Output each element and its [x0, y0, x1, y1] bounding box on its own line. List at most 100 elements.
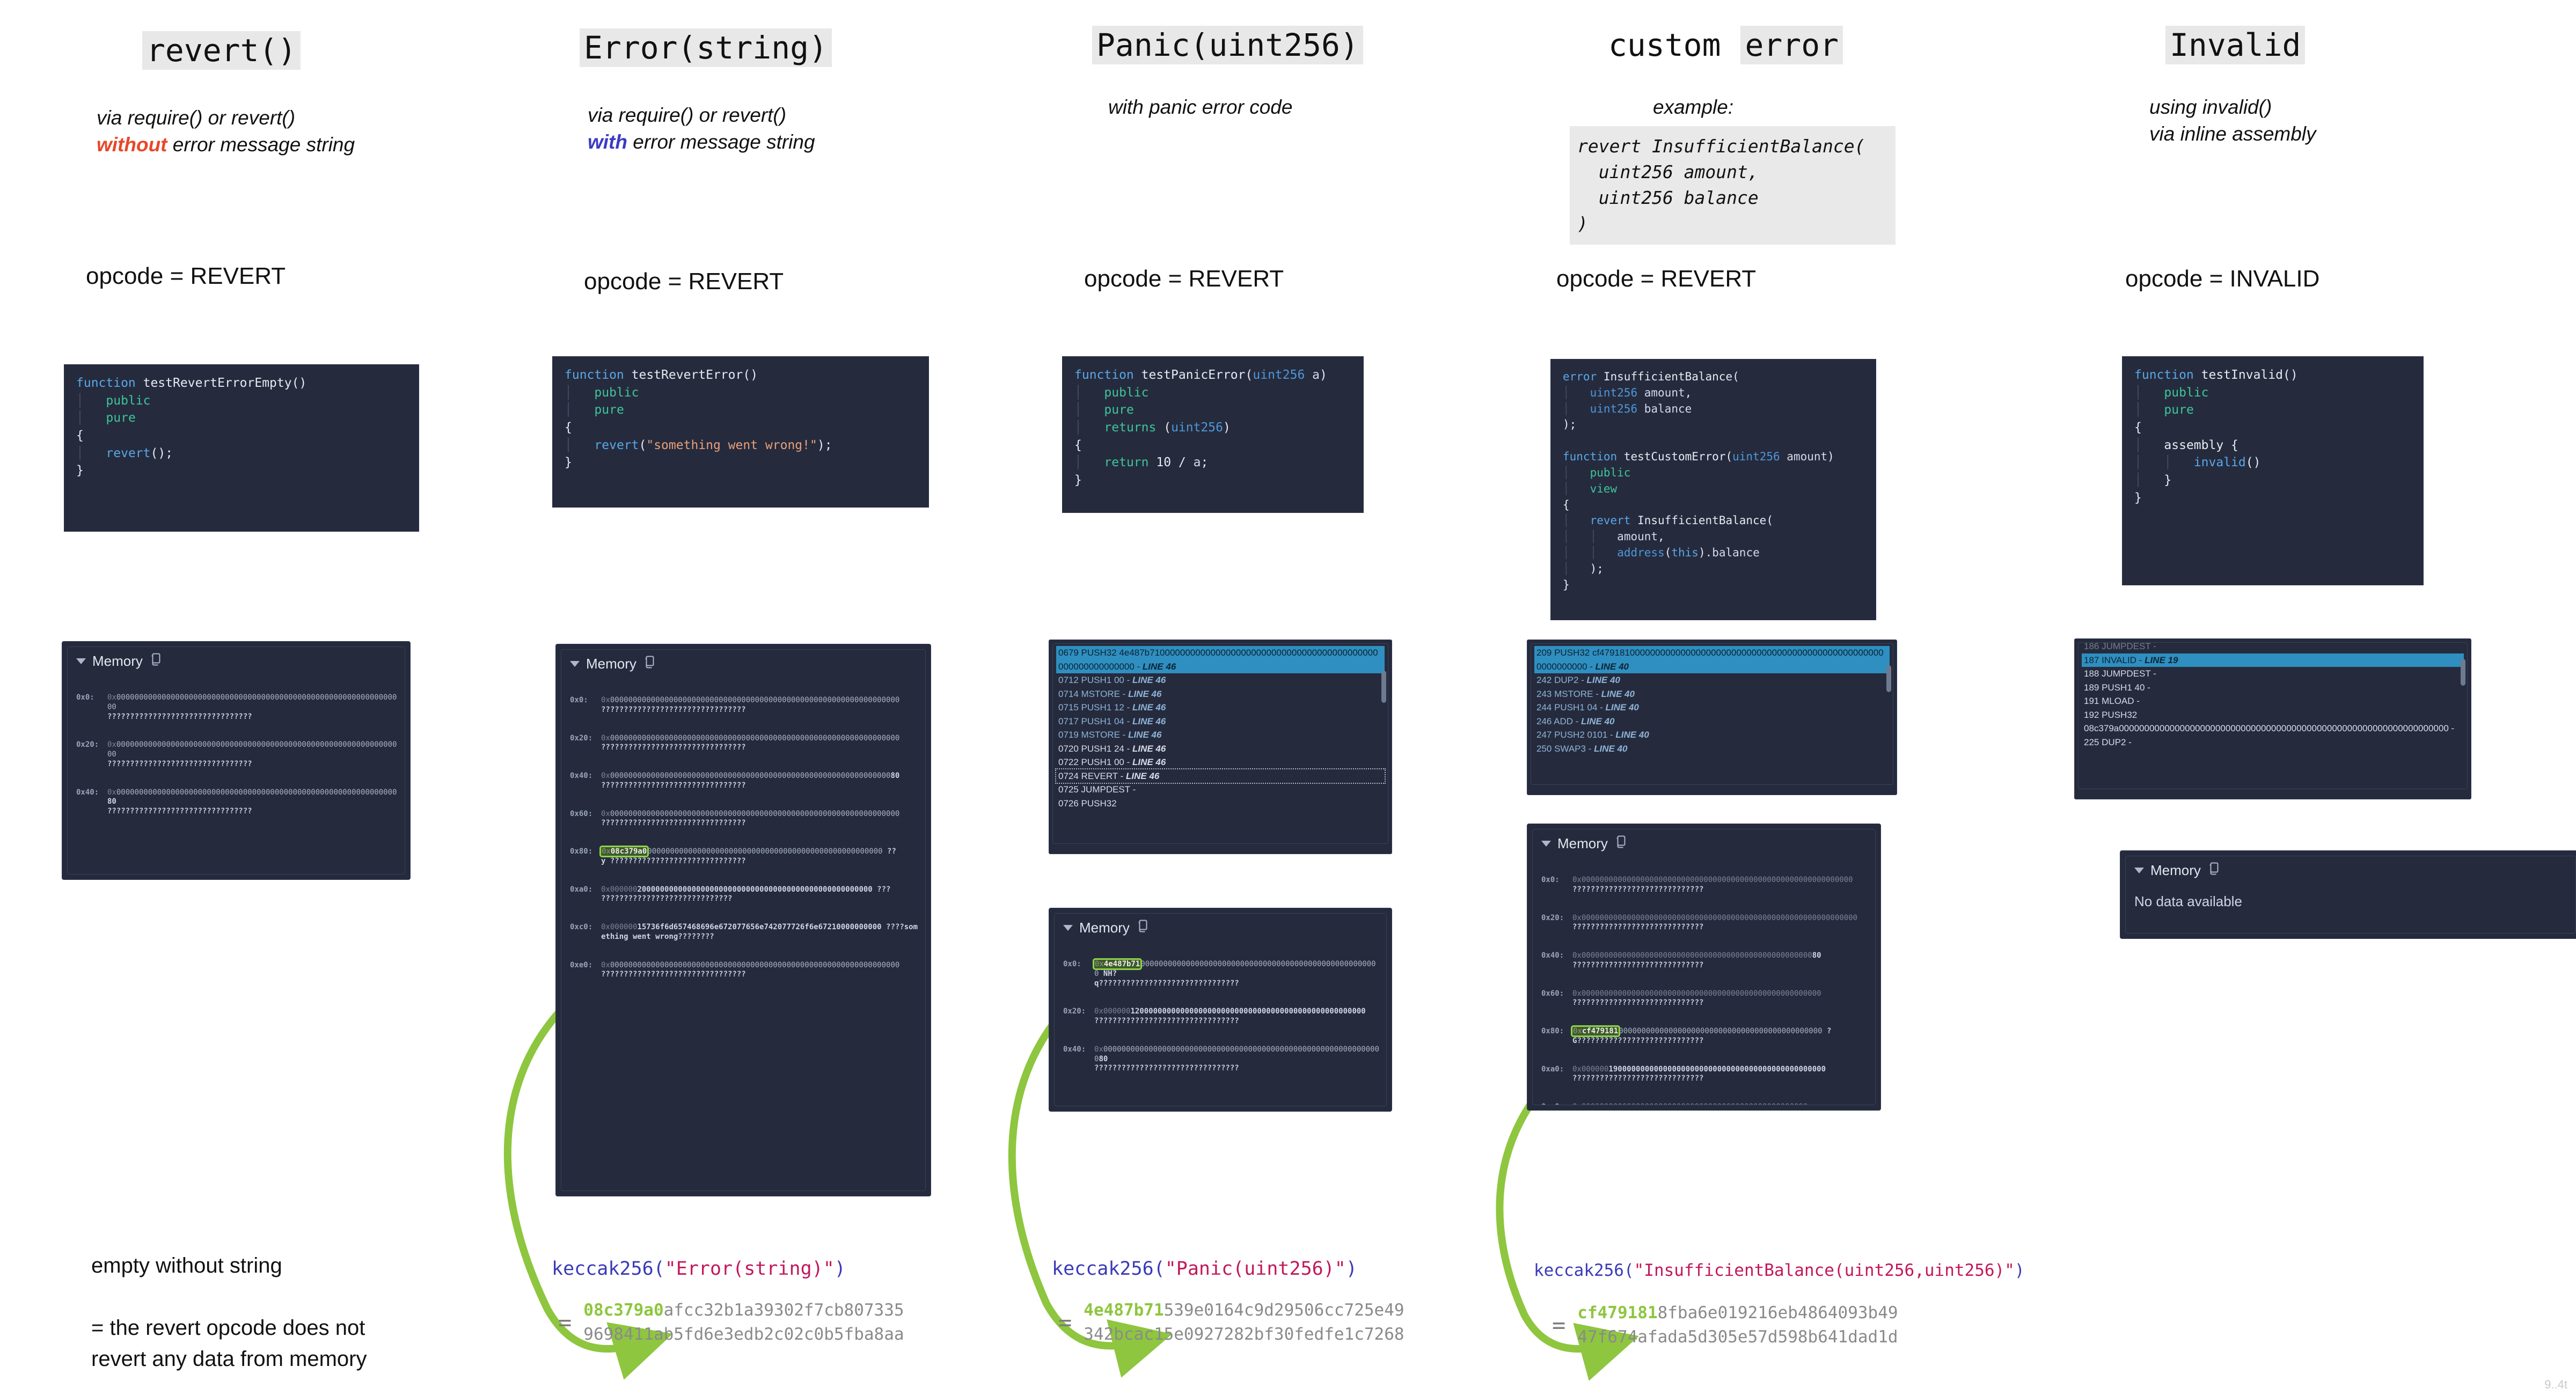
memory-dump-custom-error: 0x0: 0x000000000000000000000000000000000… — [1541, 857, 1869, 1105]
copy-icon[interactable] — [1136, 919, 1149, 937]
trace-line[interactable]: 08c379a000000000000000000000000000000000… — [2082, 722, 2464, 736]
memory-panel-header[interactable]: Memory — [2134, 862, 2569, 879]
hash-selector: 4e487b71 — [1084, 1301, 1164, 1320]
trace-line[interactable]: 0726 PUSH32 — [1056, 797, 1385, 811]
column-revert: revert() via require() or revert() witho… — [0, 0, 547, 1396]
scrollbar-thumb[interactable] — [1886, 665, 1891, 692]
trace-line-selected[interactable]: 187 INVALID - LINE 19 — [2082, 653, 2464, 667]
trace-line-cutoff[interactable]: 186 JUMPDEST - — [2082, 643, 2464, 653]
opcode-trace-panel-custom-error[interactable]: 209 PUSH32 cf479181000000000000000000000… — [1527, 640, 1897, 795]
memory-row: 0xc0:0x000000000000000000000000000000000… — [1541, 1103, 1869, 1105]
trace-line[interactable]: 192 PUSH32 — [2082, 708, 2464, 722]
memory-row: 0x40: 0x000000000000000000000000000000000… — [1541, 951, 1821, 969]
trace-line[interactable]: 0715 PUSH1 12 - LINE 46 — [1056, 701, 1385, 715]
subtitle-line-1: example: — [1653, 96, 1734, 118]
trace-line[interactable]: 188 JUMPDEST - — [2082, 667, 2464, 681]
trace-line[interactable]: 0720 PUSH1 24 - LINE 46 — [1056, 742, 1385, 756]
trace-line[interactable]: 242 DUP2 - LINE 40 — [1534, 673, 1890, 687]
memory-panel-invalid: Memory No data available — [2120, 850, 2576, 939]
column-title-revert: revert() — [142, 31, 301, 70]
memory-title: Memory — [2150, 862, 2201, 878]
trace-line[interactable]: 0714 MSTORE - LINE 46 — [1056, 687, 1385, 701]
copy-icon[interactable] — [149, 652, 162, 670]
trace-line[interactable]: 0722 PUSH1 00 - LINE 46 — [1056, 755, 1385, 769]
code-block-error-string: function testRevertError() │ public │ pu… — [553, 357, 928, 507]
memory-row: 0x0: 0x000000000000000000000000000000000… — [76, 693, 397, 721]
scrollbar-thumb[interactable] — [1381, 671, 1386, 703]
trace-line[interactable]: 191 MLOAD - — [2082, 694, 2464, 708]
trace-line[interactable]: 0719 MSTORE - LINE 46 — [1056, 728, 1385, 742]
opcode-trace-panel-panic[interactable]: 0679 PUSH32 4e487b7100000000000000000000… — [1049, 640, 1392, 854]
memory-row: 0xe0: 0x000000000000000000000000000000000… — [570, 960, 900, 979]
column-title-custom-error: custom error — [1607, 26, 1843, 64]
memory-row: 0x60: 0x000000000000000000000000000000000… — [570, 809, 900, 828]
trace-line[interactable]: 0712 PUSH1 00 - LINE 46 — [1056, 673, 1385, 687]
memory-panel-header[interactable]: Memory — [570, 655, 919, 673]
trace-line[interactable]: 244 PUSH1 04 - LINE 40 — [1534, 701, 1890, 715]
trace-line[interactable]: 246 ADD - LINE 40 — [1534, 715, 1890, 729]
selector-highlight: 0x08c379a0 — [599, 846, 649, 858]
chevron-down-icon[interactable] — [1541, 841, 1551, 847]
memory-title: Memory — [586, 656, 636, 672]
scrollbar-thumb[interactable] — [2461, 659, 2465, 686]
memory-row: 0x0: 0x000000000000000000000000000000000… — [570, 696, 900, 714]
memory-row: 0x20: 0x000000000000000000000000000000000… — [76, 740, 397, 768]
example-code-box: revert InsufficientBalance( uint256 amou… — [1570, 126, 1896, 245]
chevron-down-icon[interactable] — [2134, 868, 2144, 873]
hash-rest-2: 342bcac15e0927282bf30fedfe1c7268 — [1084, 1324, 1404, 1344]
keccak-close: ) — [2014, 1261, 2025, 1280]
column-subtitle-error-string: via require() or revert() with error mes… — [588, 102, 815, 155]
hash-rest-2: 47f674afada5d305e57d598b641dad1d — [1577, 1327, 1898, 1347]
memory-panel-header[interactable]: Memory — [1063, 919, 1380, 937]
copy-icon[interactable] — [643, 655, 656, 673]
column-invalid: Invalid using invalid() via inline assem… — [2039, 0, 2576, 1396]
keccak-formula-panic: keccak256("Panic(uint256)") — [1052, 1258, 1357, 1280]
memory-dump-error-string: 0x0: 0x000000000000000000000000000000000… — [570, 677, 919, 998]
memory-empty-message: No data available — [2134, 893, 2242, 909]
opcode-trace-panel-invalid[interactable]: 186 JUMPDEST - 187 INVALID - LINE 19 188… — [2074, 638, 2471, 799]
memory-row: 0x20: 0x000000000000000000000000000000000… — [1541, 913, 1858, 932]
hash-result-custom-error: = cf4791818fba6e019216eb4864093b49 47f674… — [1552, 1301, 1898, 1349]
keccak-fn: keccak256( — [552, 1258, 665, 1280]
trace-line-selected[interactable]: 209 PUSH32 cf479181000000000000000000000… — [1534, 646, 1890, 673]
column-title-panic: Panic(uint256) — [1092, 26, 1363, 64]
column-title-invalid: Invalid — [2165, 26, 2306, 64]
subtitle-line-1: via require() or revert() — [588, 104, 787, 126]
trace-line[interactable]: 0717 PUSH1 04 - LINE 46 — [1056, 715, 1385, 729]
chevron-down-icon[interactable] — [76, 658, 86, 664]
memory-panel-header[interactable]: Memory — [1541, 835, 1869, 853]
trace-line[interactable]: 225 DUP2 - — [2082, 736, 2464, 750]
trace-line[interactable]: 243 MSTORE - LINE 40 — [1534, 687, 1890, 701]
column-panic: Panic(uint256) with panic error code opc… — [1046, 0, 1529, 1396]
equals-sign: = — [1552, 1311, 1566, 1338]
title-chip: Invalid — [2165, 26, 2306, 64]
memory-panel-header[interactable]: Memory — [76, 652, 398, 670]
chevron-down-icon[interactable] — [1063, 925, 1073, 931]
equals-sign: = — [1058, 1309, 1072, 1335]
hash-result-error-string: = 08c379a0afcc32b1a39302f7cb807335 969841… — [558, 1298, 904, 1347]
equals-sign: = — [558, 1309, 572, 1335]
title-prefix: custom — [1608, 27, 1740, 63]
memory-panel-error-string: Memory 0x0: 0x00000000000000000000000000… — [555, 644, 931, 1196]
opcode-label-panic: opcode = REVERT — [1084, 266, 1284, 292]
memory-row: 0x0: 0x000000000000000000000000000000000… — [1541, 876, 1853, 894]
column-subtitle-invalid: using invalid() via inline assembly — [2149, 94, 2316, 147]
column-subtitle-revert: via require() or revert() without error … — [97, 105, 355, 158]
watermark: 9..4t — [2544, 1378, 2567, 1391]
trace-line[interactable]: 247 PUSH2 0101 - LINE 40 — [1534, 728, 1890, 742]
hash-rest-1: 539e0164c9d29506cc725e49 — [1163, 1301, 1404, 1320]
trace-line[interactable]: 250 SWAP3 - LINE 40 — [1534, 742, 1890, 756]
keccak-fn: keccak256( — [1534, 1261, 1634, 1280]
column-subtitle-custom-error: example: — [1653, 94, 1733, 121]
chevron-down-icon[interactable] — [570, 661, 580, 667]
hash-rest-1: 8fba6e019216eb4864093b49 — [1657, 1303, 1898, 1322]
selector-highlight: 0xcf479181 — [1570, 1025, 1621, 1038]
copy-icon[interactable] — [2207, 862, 2220, 879]
trace-line[interactable]: 189 PUSH1 40 - — [2082, 681, 2464, 695]
trace-line-selected[interactable]: 0679 PUSH32 4e487b7100000000000000000000… — [1056, 646, 1385, 673]
trace-line[interactable]: 0725 JUMPDEST - — [1056, 783, 1385, 797]
trace-line-revert[interactable]: 0724 REVERT - LINE 46 — [1055, 768, 1386, 784]
memory-title: Memory — [1079, 920, 1130, 936]
subtitle-line-2: error message string — [167, 133, 355, 156]
copy-icon[interactable] — [1614, 835, 1627, 853]
